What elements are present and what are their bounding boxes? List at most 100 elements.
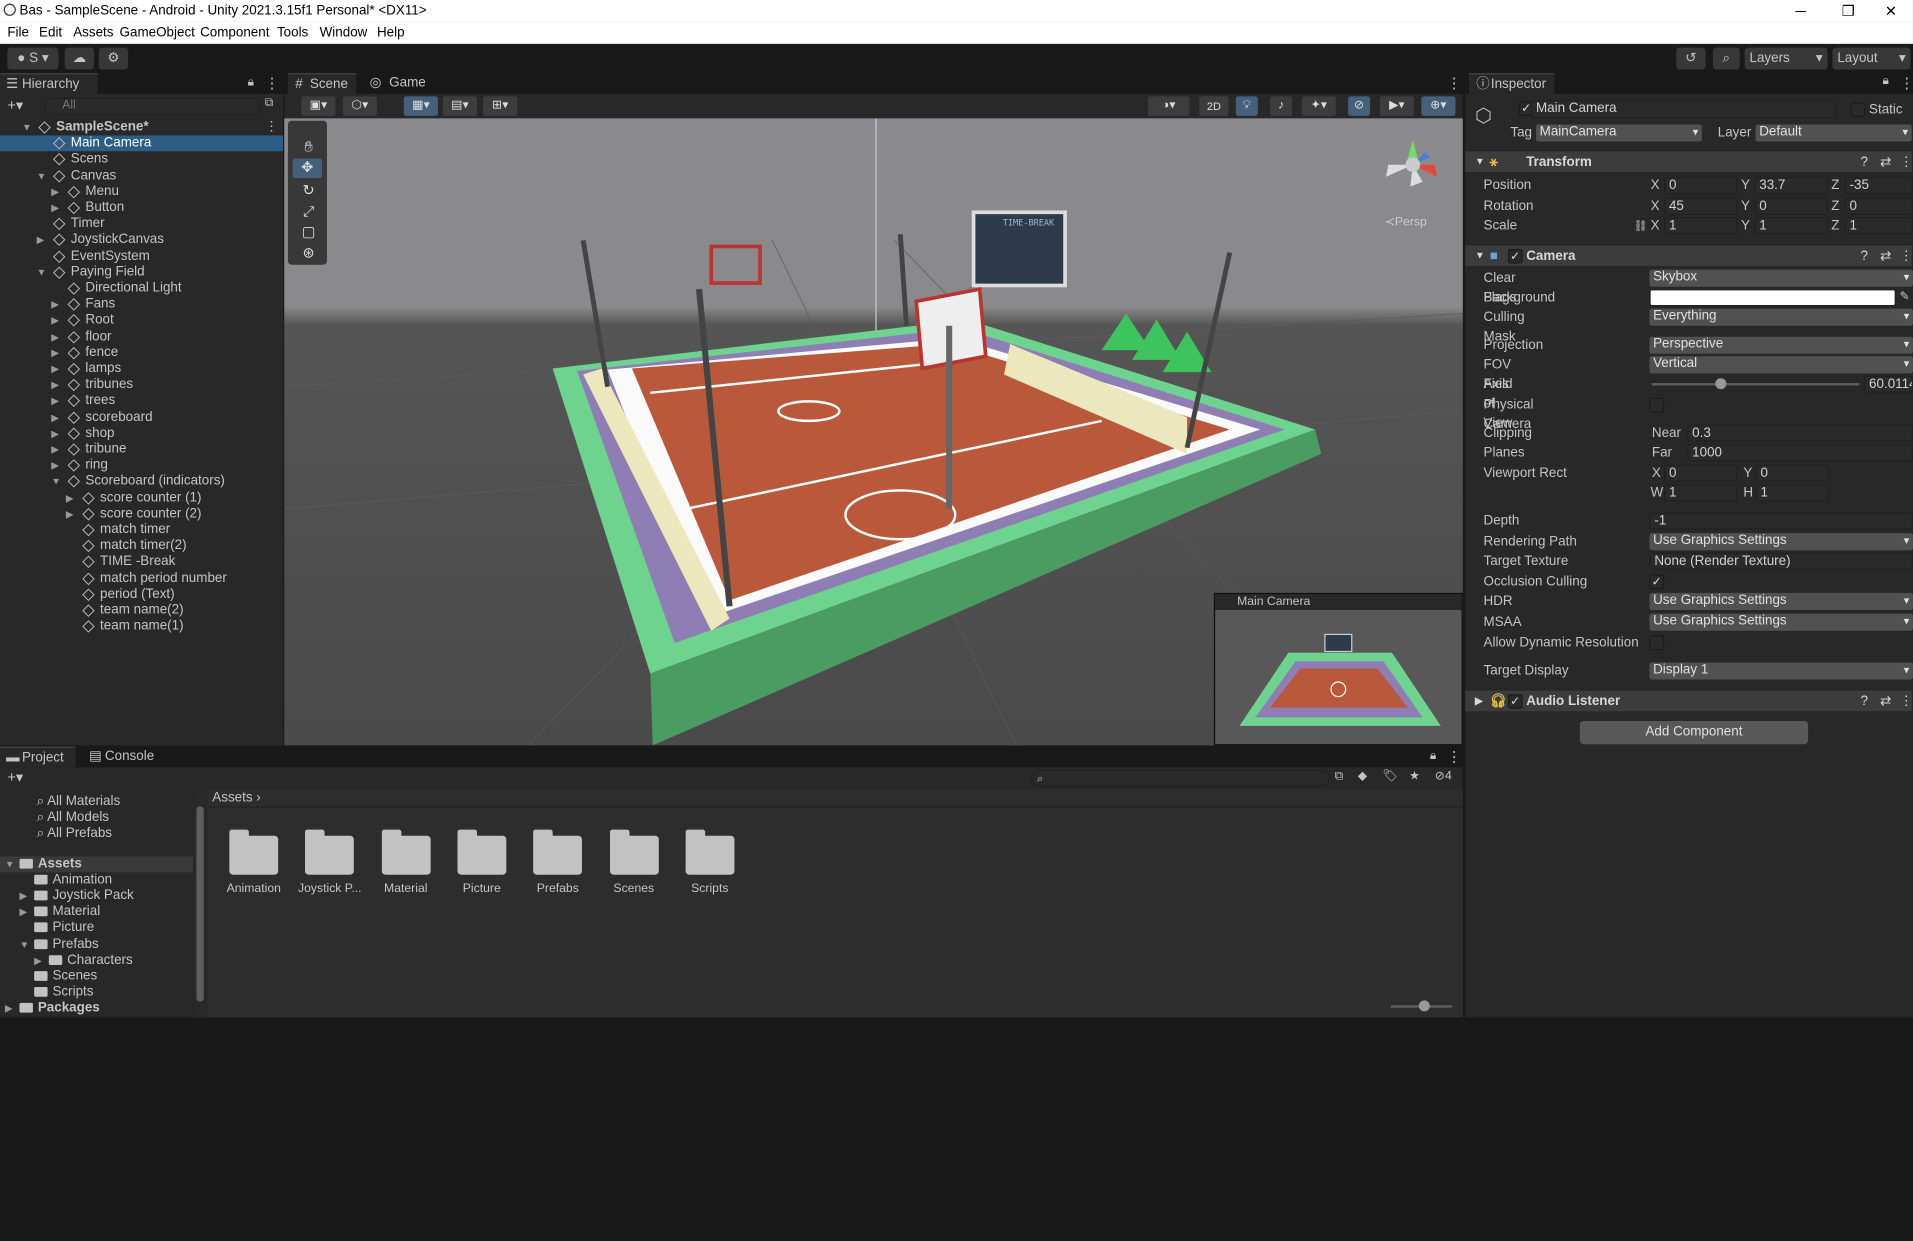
scale-x-input[interactable]: 1 — [1664, 217, 1738, 235]
folder-icon[interactable] — [305, 829, 355, 875]
transform-foldout-arrow[interactable]: ▼ — [1475, 151, 1485, 173]
hand-tool-icon[interactable]: ✋︎ — [298, 138, 320, 155]
menu-gameobject[interactable]: GameObject — [120, 26, 195, 41]
project-tree-item[interactable]: Scripts — [0, 984, 193, 1000]
expand-arrow-down-icon[interactable]: ▼ — [5, 856, 15, 872]
rotation-x-input[interactable]: 45 — [1664, 197, 1738, 215]
occlusion-checkbox[interactable]: ✓ — [1649, 574, 1665, 590]
expand-arrow-down-icon[interactable]: ▼ — [22, 120, 32, 136]
account-button[interactable]: ● S ▾ — [7, 47, 59, 70]
hierarchy-item[interactable]: Scens — [0, 152, 283, 168]
scene-viewport[interactable]: TIME-BREAK ✋︎ ✥ ↻ ⤢ ▢ ⊛ ≺Persp Main Came… — [284, 118, 1463, 746]
hierarchy-item[interactable]: ▶ Fans — [0, 297, 283, 313]
scene-kebab-menu-icon[interactable]: ⋮ — [265, 120, 278, 136]
expand-arrow-right-icon[interactable]: ▶ — [51, 426, 59, 442]
hierarchy-item[interactable]: ▼ Paying Field — [0, 264, 283, 280]
hierarchy-item[interactable]: ▶ fence — [0, 345, 283, 361]
project-tree-item[interactable]: Picture — [0, 920, 193, 936]
expand-arrow-right-icon[interactable]: ▶ — [51, 361, 59, 377]
far-input[interactable]: 1000 — [1687, 444, 1913, 462]
add-component-button[interactable]: Add Component — [1579, 721, 1809, 745]
viewport-x-input[interactable]: 0 — [1664, 464, 1738, 482]
fov-slider-knob[interactable] — [1715, 378, 1727, 390]
favorite-item[interactable]: ⌕ All Prefabs — [37, 826, 112, 842]
audio-listener-header[interactable]: ▶ 🎧︎ ✓ Audio Listener ? ⇄ ⋮ — [1465, 689, 1913, 712]
folder-icon[interactable] — [229, 829, 279, 875]
fov-axis-dropdown[interactable]: Vertical — [1649, 356, 1913, 374]
folder-label[interactable]: Picture — [439, 882, 524, 895]
rect-tool-icon[interactable]: ▢ — [298, 223, 320, 240]
ruler-icon[interactable]: ⊞▾ — [483, 96, 518, 116]
tab-project[interactable]: ▬ Project — [0, 746, 76, 768]
favorite-item[interactable]: ⌕ All Models — [37, 810, 109, 826]
orientation-gizmo[interactable] — [1376, 128, 1449, 201]
maximize-button[interactable]: ❐ — [1826, 0, 1870, 22]
camera-enabled-checkbox[interactable]: ✓ — [1507, 248, 1523, 264]
perspective-label[interactable]: ≺Persp — [1385, 216, 1427, 229]
expand-arrow-right-icon[interactable]: ▶ — [51, 297, 59, 313]
project-create-button[interactable]: +▾ — [7, 769, 23, 786]
tag-icon[interactable]: 🏷︎ — [1382, 770, 1397, 783]
hierarchy-item[interactable]: ▶ Button — [0, 200, 283, 216]
folder-icon[interactable] — [381, 829, 431, 875]
grid-snap-icon[interactable]: ▦▾ — [403, 96, 438, 116]
hierarchy-item[interactable]: ▼ Canvas — [0, 168, 283, 184]
position-x-input[interactable]: 0 — [1664, 176, 1738, 194]
visibility-icon[interactable]: ⊘ — [1348, 96, 1371, 116]
camera-presets-icon[interactable]: ⇄ — [1880, 245, 1891, 267]
inspector-kebab-icon[interactable]: ⋮ — [1900, 74, 1913, 91]
create-plus-button[interactable]: +▾ — [7, 96, 23, 113]
target-display-dropdown[interactable]: Display 1 — [1649, 662, 1913, 680]
inspector-lock-icon[interactable]: 🔒︎ — [1882, 74, 1889, 87]
expand-arrow-right-icon[interactable]: ▶ — [51, 329, 59, 345]
draw-mode-icon[interactable]: ▣▾ — [301, 96, 336, 116]
gizmos-icon[interactable]: ⊕▾ — [1421, 96, 1456, 116]
lighting-icon[interactable]: 💡︎ — [1235, 96, 1258, 116]
project-tree-item[interactable]: ▼ Prefabs — [0, 936, 193, 952]
hierarchy-item[interactable]: Main Camera — [0, 135, 284, 152]
constrain-proportions-icon[interactable]: ⛓ — [1634, 216, 1648, 236]
rotation-y-input[interactable]: 0 — [1754, 197, 1828, 215]
camera-foldout-arrow[interactable]: ▼ — [1475, 245, 1485, 267]
rendering-path-dropdown[interactable]: Use Graphics Settings — [1649, 533, 1913, 551]
hierarchy-item[interactable]: ▶ JoystickCanvas — [0, 232, 283, 248]
lock-icon[interactable]: 🔒︎ — [248, 76, 255, 89]
expand-arrow-right-icon[interactable]: ▶ — [51, 458, 59, 474]
hierarchy-item[interactable]: ▶ lamps — [0, 361, 283, 377]
background-color-field[interactable] — [1649, 289, 1896, 307]
hierarchy-item[interactable]: ▶ score counter (2) — [0, 506, 283, 522]
expand-arrow-down-icon[interactable]: ▼ — [51, 474, 61, 490]
hierarchy-search-input[interactable]: All — [43, 97, 262, 115]
tab-console[interactable]: ▤ Console — [83, 747, 168, 768]
folder-label[interactable]: Animation — [211, 882, 296, 895]
expand-arrow-right-icon[interactable]: ▶ — [51, 409, 59, 425]
hierarchy-item[interactable]: match period number — [0, 570, 283, 586]
fov-input[interactable]: 60.0114 — [1864, 375, 1913, 393]
near-input[interactable]: 0.3 — [1687, 424, 1913, 442]
folder-label[interactable]: Prefabs — [515, 882, 600, 895]
physical-camera-checkbox[interactable] — [1649, 397, 1665, 413]
layers-dropdown[interactable]: Layers ▾ — [1744, 47, 1828, 70]
position-y-input[interactable]: 33.7 — [1754, 176, 1828, 194]
tab-game[interactable]: ◎ Game — [367, 73, 435, 94]
camera-help-icon[interactable]: ? — [1861, 245, 1868, 267]
favorite-star-icon[interactable]: ★ — [1409, 770, 1420, 783]
menu-help[interactable]: Help — [377, 26, 405, 41]
expand-arrow-right-icon[interactable]: ▶ — [51, 313, 59, 329]
camera-header[interactable]: ▼ ■ ✓ Camera ? ⇄ ⋮ — [1465, 244, 1913, 267]
expand-arrow-right-icon[interactable]: ▶ — [51, 345, 59, 361]
expand-arrow-right-icon[interactable]: ▶ — [51, 184, 59, 200]
projection-dropdown[interactable]: Perspective — [1649, 336, 1913, 354]
hierarchy-item[interactable]: match timer — [0, 522, 283, 538]
expand-arrow-right-icon[interactable]: ▶ — [34, 952, 42, 968]
hierarchy-item[interactable]: ▶ ring — [0, 458, 283, 474]
menu-file[interactable]: File — [7, 26, 29, 41]
hierarchy-item[interactable]: Directional Light — [0, 281, 283, 297]
breadcrumb-assets[interactable]: Assets — [212, 791, 252, 806]
folder-label[interactable]: Scenes — [591, 882, 676, 895]
folder-label[interactable]: Scripts — [667, 882, 752, 895]
expand-arrow-right-icon[interactable]: ▶ — [51, 442, 59, 458]
presets-icon[interactable]: ⇄ — [1880, 151, 1891, 173]
search-by-type-icon[interactable]: ⧉ — [1335, 770, 1344, 783]
object-name-input[interactable]: Main Camera — [1531, 100, 1837, 119]
